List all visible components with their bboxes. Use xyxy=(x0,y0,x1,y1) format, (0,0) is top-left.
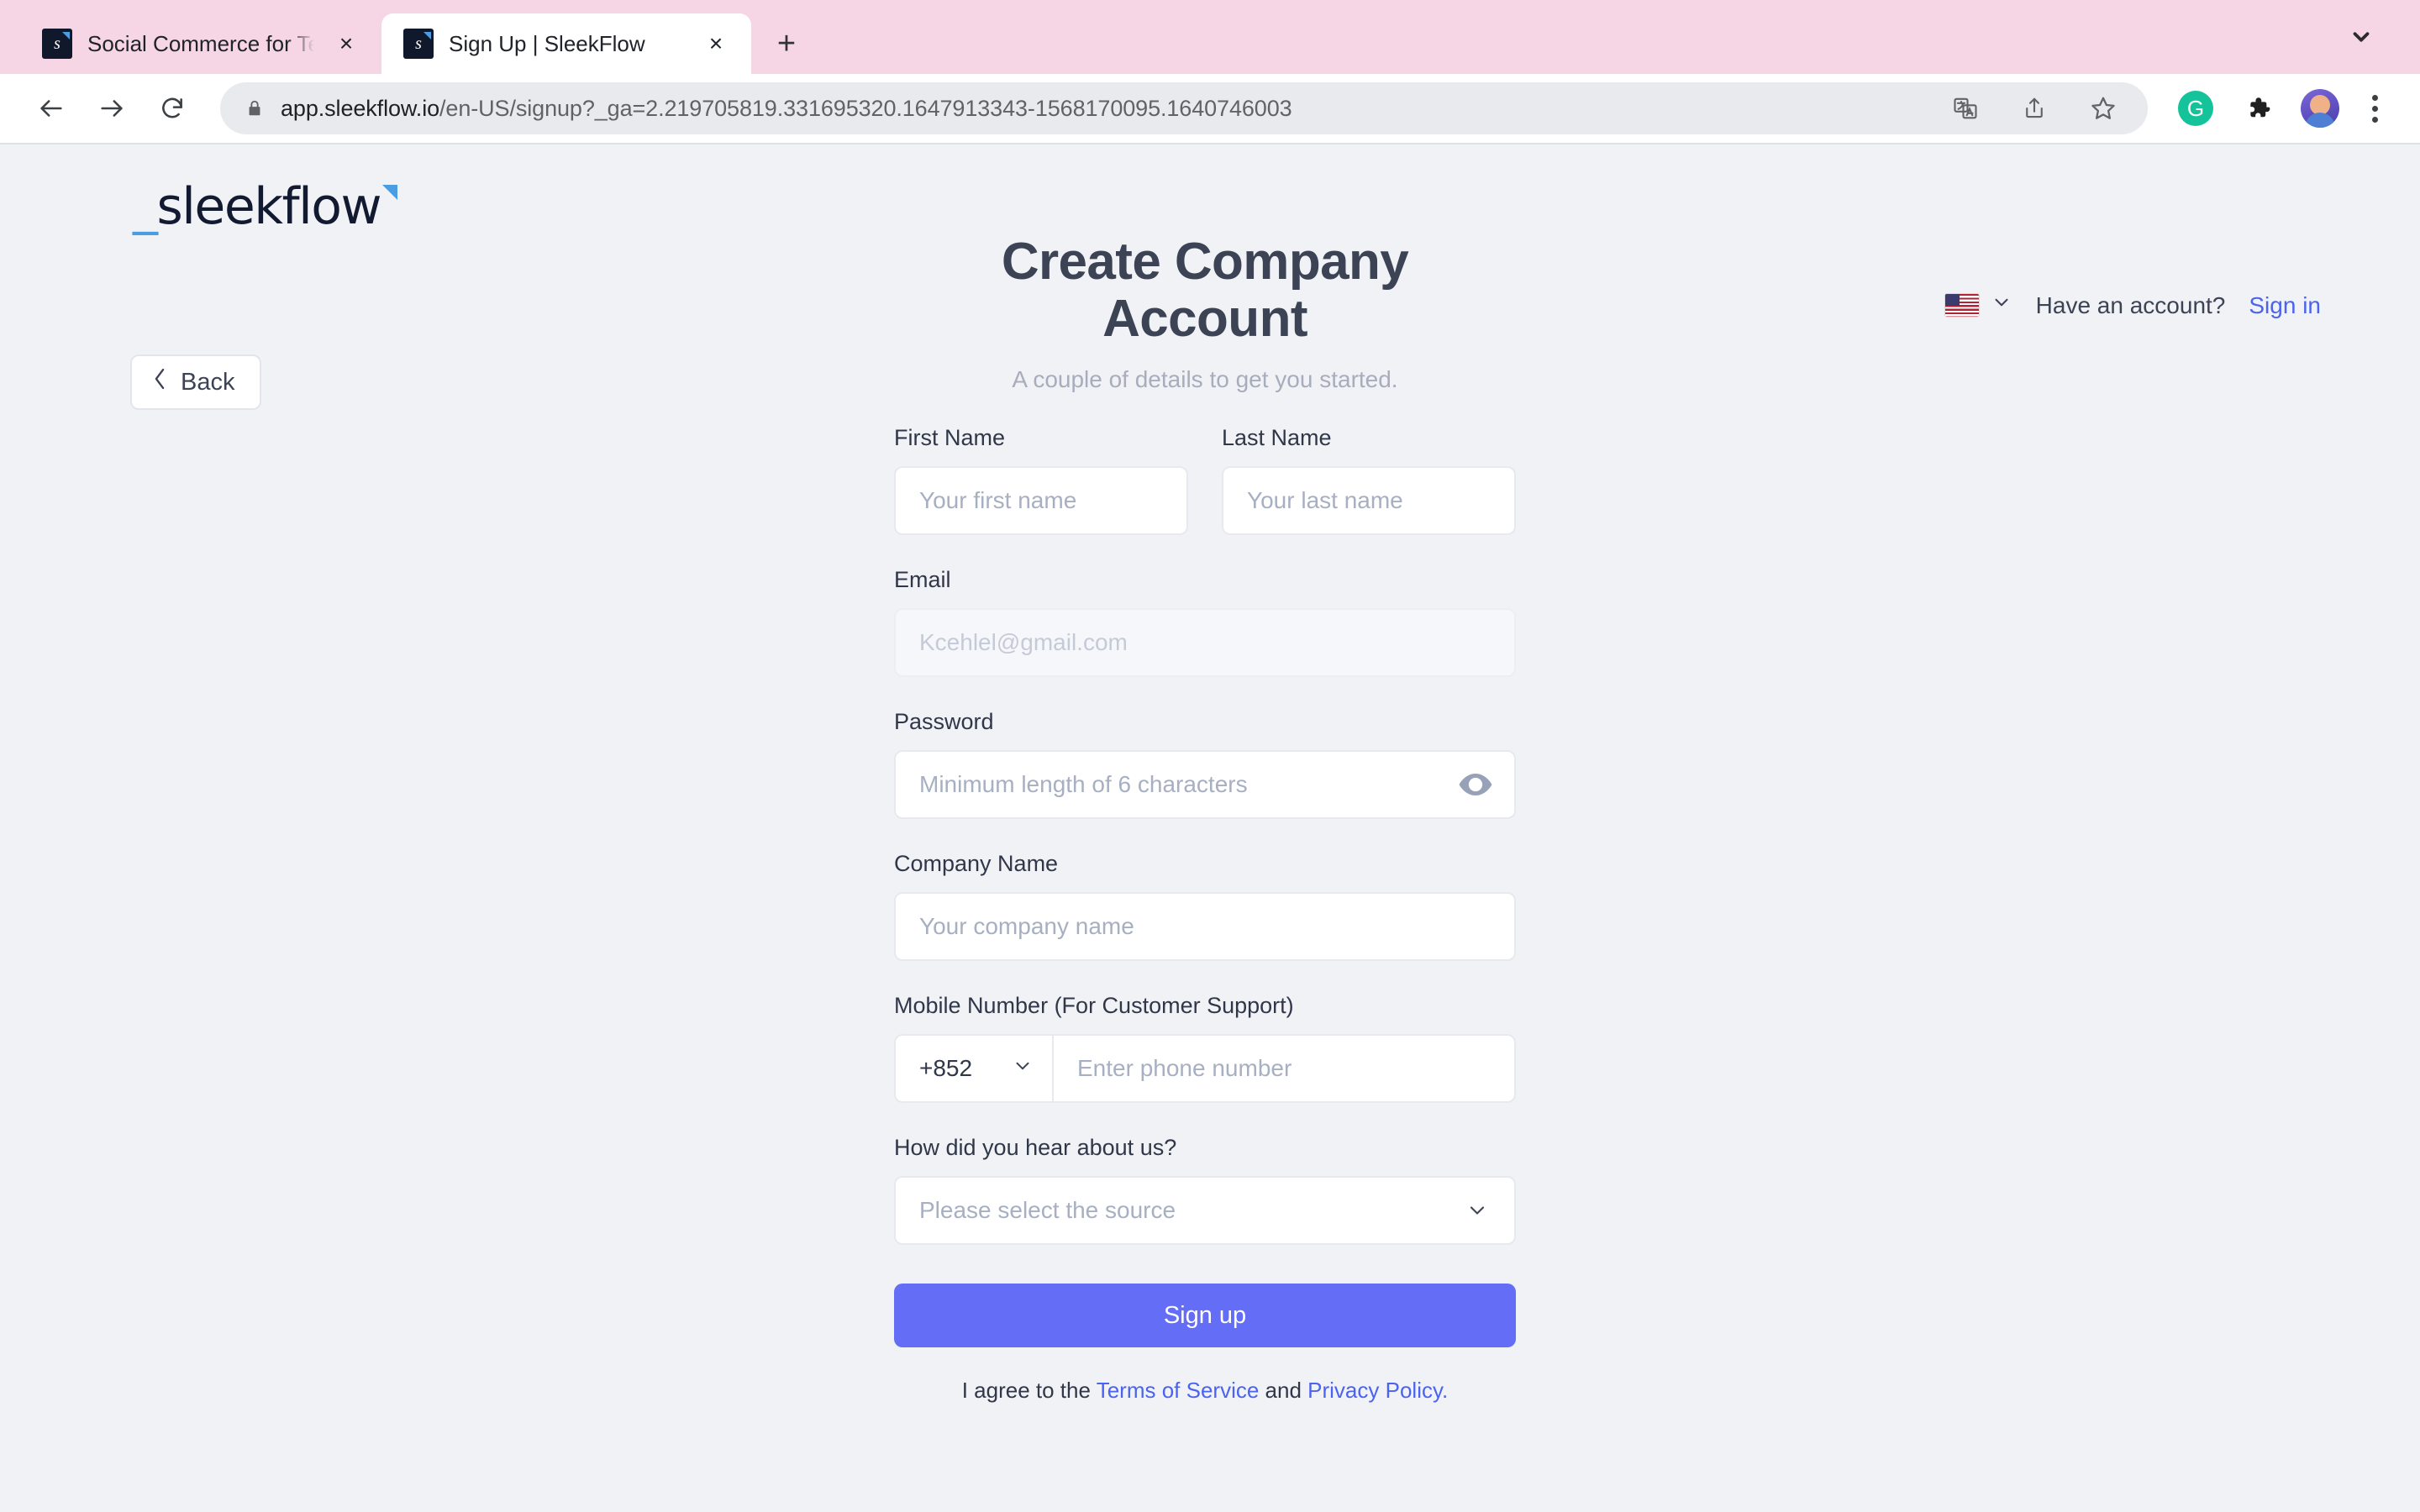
forward-nav-icon[interactable] xyxy=(84,81,139,136)
country-code-value: +852 xyxy=(919,1055,973,1082)
tab-strip: s Social Commerce for Teams | S × s Sign… xyxy=(0,0,2420,74)
source-select[interactable]: Please select the source xyxy=(894,1176,1516,1246)
top-right-bar: Have an account? Sign in xyxy=(1944,291,2321,319)
logo-text: sleekflow xyxy=(156,177,382,236)
signup-button[interactable]: Sign up xyxy=(894,1284,1516,1348)
phone-input-group: +852 xyxy=(894,1034,1516,1104)
first-name-group: First Name xyxy=(894,425,1188,536)
us-flag-icon xyxy=(1944,294,1979,317)
chevron-down-icon[interactable] xyxy=(2343,18,2380,55)
browser-tab-2[interactable]: s Sign Up | SleekFlow × xyxy=(381,13,751,74)
avatar xyxy=(2301,89,2339,128)
bookmark-star-icon[interactable] xyxy=(2077,82,2129,134)
password-input[interactable] xyxy=(894,750,1516,820)
url-text: app.sleekflow.io/en-US/signup?_ga=2.2197… xyxy=(281,96,1923,122)
terms-of-service-link[interactable]: Terms of Service xyxy=(1097,1378,1260,1403)
share-icon[interactable] xyxy=(2008,82,2060,134)
source-group: How did you hear about us? Please select… xyxy=(894,1135,1516,1246)
browser-window: s Social Commerce for Teams | S × s Sign… xyxy=(0,0,2420,1512)
last-name-input[interactable] xyxy=(1222,466,1516,536)
logo-underscore: _ xyxy=(133,177,158,236)
back-button[interactable]: Back xyxy=(130,354,262,410)
tab-title: Sign Up | SleekFlow xyxy=(449,30,645,56)
translate-icon[interactable] xyxy=(1939,82,1991,134)
agreement-prefix: I agree to the xyxy=(961,1378,1097,1404)
new-tab-button[interactable]: + xyxy=(763,20,810,67)
source-label: How did you hear about us? xyxy=(894,1135,1177,1161)
first-name-input[interactable] xyxy=(894,466,1188,536)
signup-form: Create Company Account A couple of detai… xyxy=(894,233,1516,1404)
privacy-policy-link[interactable]: Privacy Policy. xyxy=(1307,1378,1448,1403)
tab-title: Social Commerce for Teams | S xyxy=(87,30,314,56)
last-name-label: Last Name xyxy=(1222,425,1332,451)
page-subtitle: A couple of details to get you started. xyxy=(1012,366,1398,393)
sleekflow-favicon: s xyxy=(42,29,72,59)
chevron-down-icon xyxy=(1991,291,2012,319)
name-row: First Name Last Name xyxy=(894,425,1516,536)
company-name-label: Company Name xyxy=(894,851,1059,877)
signin-link[interactable]: Sign in xyxy=(2249,292,2321,319)
phone-number-input[interactable] xyxy=(1054,1036,1514,1102)
close-icon[interactable]: × xyxy=(699,27,733,60)
agreement-text: I agree to the Terms of Service and Priv… xyxy=(894,1378,1516,1404)
profile-avatar[interactable] xyxy=(2294,82,2346,134)
sleekflow-favicon: s xyxy=(403,29,434,59)
lock-icon xyxy=(245,97,264,119)
mobile-group: Mobile Number (For Customer Support) +85… xyxy=(894,993,1516,1104)
password-group: Password xyxy=(894,709,1516,820)
account-prompt: Have an account? xyxy=(2035,291,2226,318)
chevron-left-icon xyxy=(152,366,167,398)
puzzle-extensions-icon[interactable] xyxy=(2232,82,2284,134)
sleekflow-logo: _sleekflow xyxy=(133,181,398,232)
first-name-label: First Name xyxy=(894,425,1006,451)
logo-triangle-icon xyxy=(382,185,398,200)
close-icon[interactable]: × xyxy=(329,27,363,60)
email-input[interactable] xyxy=(894,608,1516,678)
url-domain: app.sleekflow.io xyxy=(281,95,440,121)
email-group: Email xyxy=(894,567,1516,678)
grammarly-glyph: G xyxy=(2178,91,2213,126)
mobile-label: Mobile Number (For Customer Support) xyxy=(894,993,1294,1019)
source-select-wrap: Please select the source xyxy=(894,1176,1516,1246)
chevron-down-icon xyxy=(1012,1055,1034,1083)
country-code-select[interactable]: +852 xyxy=(896,1036,1054,1102)
eye-icon[interactable] xyxy=(1457,766,1494,803)
agreement-middle: and xyxy=(1259,1378,1308,1404)
last-name-group: Last Name xyxy=(1222,425,1516,536)
back-button-label: Back xyxy=(181,368,235,396)
company-name-input[interactable] xyxy=(894,892,1516,962)
language-selector[interactable] xyxy=(1944,291,2012,319)
back-nav-icon[interactable] xyxy=(24,81,79,136)
email-label: Email xyxy=(894,567,951,593)
company-name-group: Company Name xyxy=(894,851,1516,962)
browser-toolbar: app.sleekflow.io/en-US/signup?_ga=2.2197… xyxy=(0,74,2420,144)
source-select-value: Please select the source xyxy=(919,1197,1176,1224)
password-input-wrap xyxy=(894,750,1516,820)
address-bar[interactable]: app.sleekflow.io/en-US/signup?_ga=2.2197… xyxy=(220,82,2148,134)
url-path: /en-US/signup?_ga=2.219705819.331695320.… xyxy=(439,95,1292,121)
page-title: Create Company Account xyxy=(1001,233,1409,349)
page-content: _sleekflow Back Have an account? Sign in… xyxy=(0,144,2420,1512)
kebab-menu-icon[interactable] xyxy=(2351,82,2398,134)
grammarly-icon[interactable]: G xyxy=(2170,82,2222,134)
browser-tab-1[interactable]: s Social Commerce for Teams | S × xyxy=(20,13,381,74)
reload-icon[interactable] xyxy=(145,81,200,136)
password-label: Password xyxy=(894,709,994,735)
